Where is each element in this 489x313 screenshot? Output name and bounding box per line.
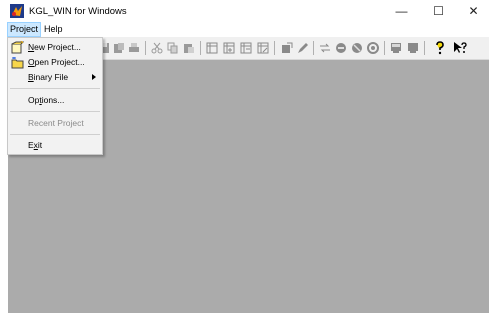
title-bar: KGL_WIN for Windows — ☐ ✕ [0,0,489,22]
paste-icon[interactable] [182,41,196,55]
app-logo-icon [10,4,24,18]
frame-add-icon[interactable] [222,41,236,55]
compile-icon[interactable] [280,41,294,55]
cut-icon[interactable] [150,41,164,55]
menu-help[interactable]: Help [42,23,65,36]
edit-pen-icon[interactable] [296,41,310,55]
new-project-icon [11,40,25,54]
toolbar-separator [313,41,314,55]
menu-item-new-project[interactable]: New Project... [8,40,102,55]
maximize-button[interactable]: ☐ [420,0,457,22]
minimize-button[interactable]: — [383,0,420,22]
project-menu-dropdown: New Project... Open Project... Binary Fi… [7,37,103,155]
context-help-icon[interactable] [453,41,467,55]
display-icon[interactable] [389,41,403,55]
transfer-icon[interactable] [318,41,332,55]
toolbar-separator [274,41,275,55]
monitor-icon[interactable] [366,41,380,55]
menu-item-label: Exit [28,140,43,150]
menu-item-options[interactable]: Options... [8,93,102,108]
screen-icon[interactable] [406,41,420,55]
menu-item-label: Binary File [28,72,69,82]
frame-edit-icon[interactable] [256,41,270,55]
menu-bar: Project Help [0,22,489,37]
copy-icon[interactable] [166,41,180,55]
menu-separator [10,111,100,112]
menu-item-binary-file[interactable]: Binary File [8,70,102,85]
print-icon[interactable] [127,41,141,55]
disconnect-icon[interactable] [350,41,364,55]
submenu-arrow-icon [92,74,96,80]
window-title: KGL_WIN for Windows [29,6,127,17]
frame-icon[interactable] [205,41,219,55]
menu-item-label: Options... [28,95,65,105]
menu-item-open-project[interactable]: Open Project... [8,55,102,70]
menu-item-label: Recent Project [28,118,84,128]
menu-item-label: Open Project... [28,57,85,67]
toolbar-separator [424,41,425,55]
help-icon[interactable] [433,41,447,55]
toolbar-separator [145,41,146,55]
toolbar-separator [200,41,201,55]
frame-insert-icon[interactable] [239,41,253,55]
menu-separator [10,88,100,89]
toolbar-separator [384,41,385,55]
open-project-icon [11,56,24,69]
menu-separator [10,134,100,135]
menu-item-exit[interactable]: Exit [8,138,102,153]
close-button[interactable]: ✕ [455,0,489,22]
save-as-icon[interactable] [112,41,126,55]
menu-item-label: New Project... [28,42,81,52]
menu-item-recent-project: Recent Project [8,116,102,131]
connect-icon[interactable] [334,41,348,55]
menu-project[interactable]: Project [6,22,42,37]
